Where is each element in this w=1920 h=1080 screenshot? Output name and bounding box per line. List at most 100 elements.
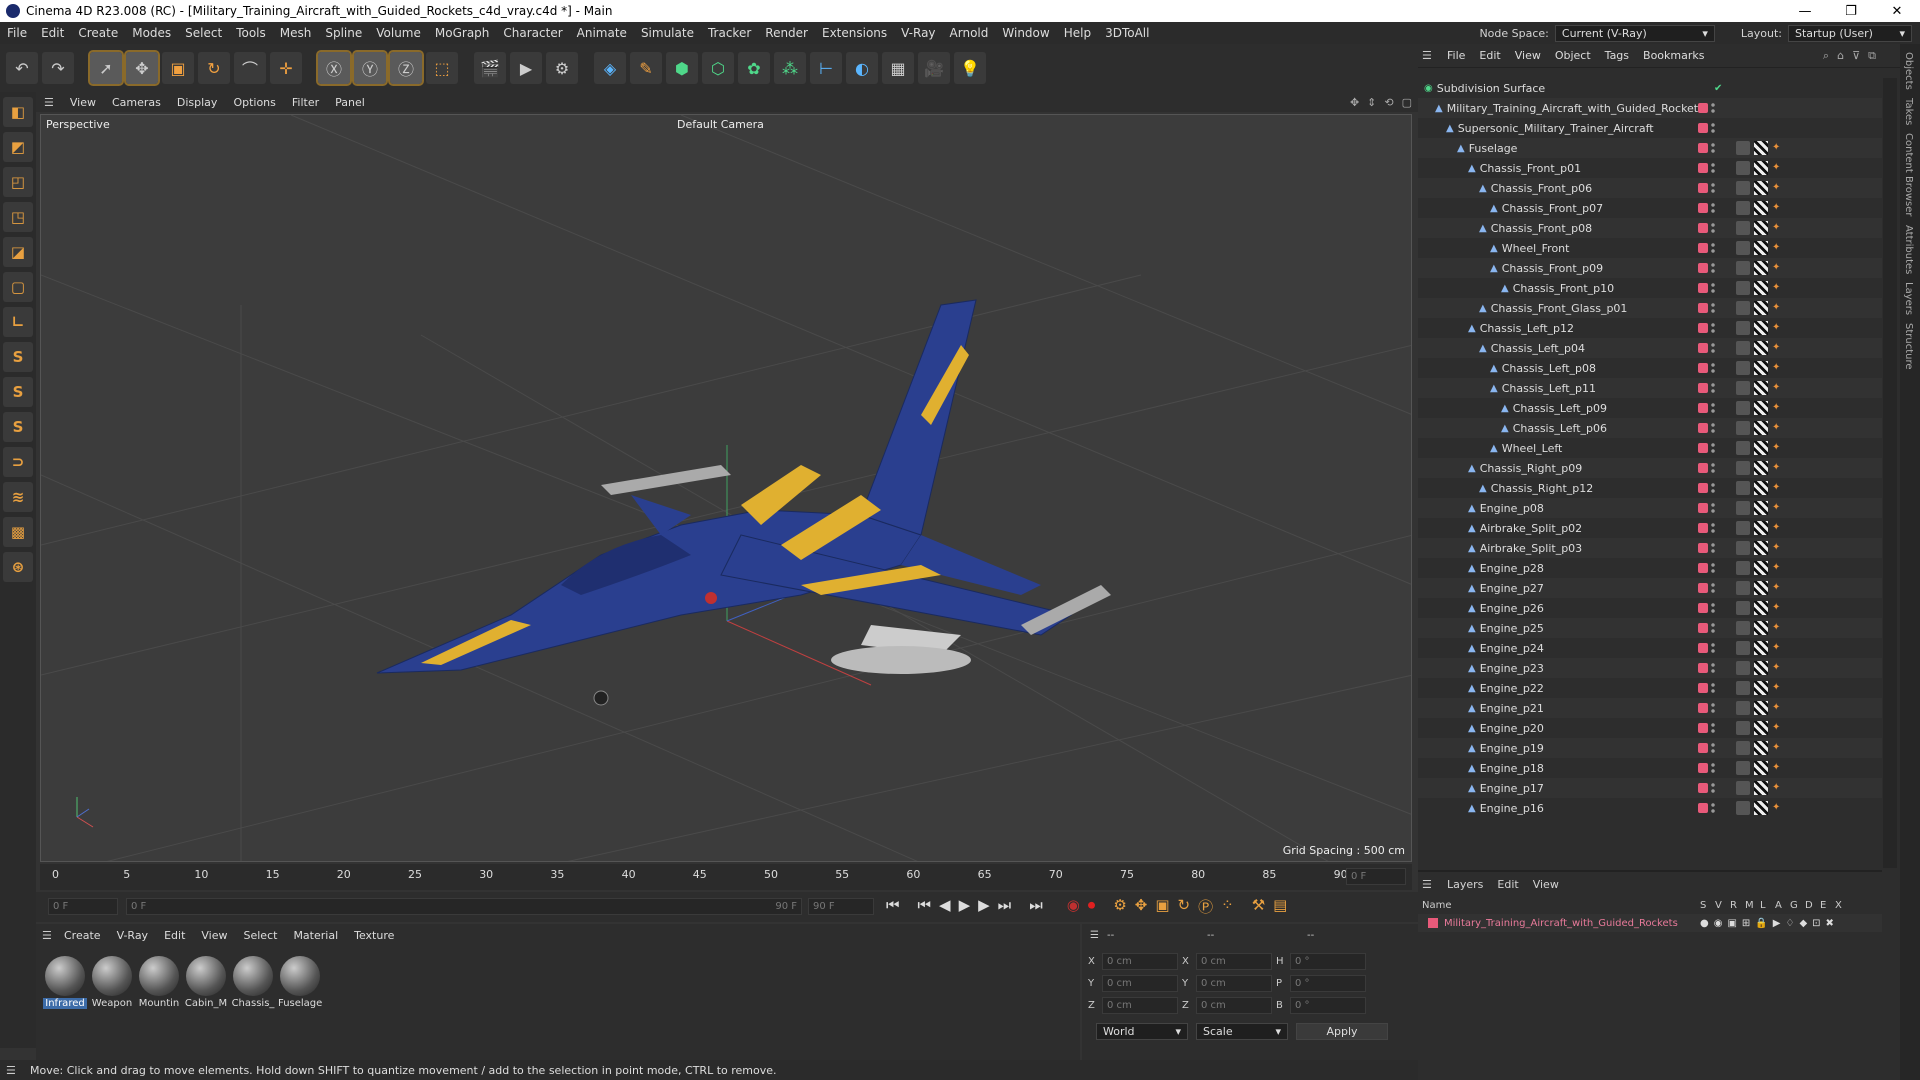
viewport-camera-label[interactable]: Default Camera xyxy=(677,118,764,131)
locked-workplane-icon[interactable]: ⊛ xyxy=(3,552,33,582)
layer-color-tag[interactable] xyxy=(1698,663,1708,673)
viewport-menu-display[interactable]: Display xyxy=(169,96,226,109)
autokey-icon[interactable]: ⏺ xyxy=(1088,896,1096,917)
visibility-dots-icon[interactable] xyxy=(1711,622,1715,634)
polygons-mode-icon[interactable]: ◪ xyxy=(3,237,33,267)
phong-tag-icon[interactable] xyxy=(1736,301,1750,315)
object-name[interactable]: Engine_p24 xyxy=(1480,642,1544,655)
object-row[interactable]: ▲ Chassis_Left_p08 ✦ xyxy=(1418,358,1882,378)
object-name[interactable]: Chassis_Left_p06 xyxy=(1513,422,1607,435)
key-rotation-icon[interactable]: ↻ xyxy=(1178,896,1191,917)
visibility-dots-icon[interactable] xyxy=(1711,602,1715,614)
object-row[interactable]: ▲ Supersonic_Military_Trainer_Aircraft xyxy=(1418,118,1882,138)
visibility-dots-icon[interactable] xyxy=(1711,342,1715,354)
object-row[interactable]: ◉ Subdivision Surface ✔ xyxy=(1418,78,1882,98)
z-axis-icon[interactable]: Ⓩ xyxy=(388,50,424,86)
object-name[interactable]: Chassis_Front_p07 xyxy=(1502,202,1603,215)
layer-color-tag[interactable] xyxy=(1698,723,1708,733)
material-tag-icon[interactable] xyxy=(1754,161,1768,175)
snap-icon[interactable]: S xyxy=(3,342,33,372)
brush-icon[interactable]: ⌒ xyxy=(234,52,266,84)
menu-item-mograph[interactable]: MoGraph xyxy=(428,26,497,40)
phong-tag-icon[interactable] xyxy=(1736,181,1750,195)
phong-tag-icon[interactable] xyxy=(1736,581,1750,595)
visibility-dots-icon[interactable] xyxy=(1711,162,1715,174)
material-menu-v-ray[interactable]: V-Ray xyxy=(109,929,157,942)
material-tag-icon[interactable] xyxy=(1754,761,1768,775)
uvw-tag-icon[interactable]: ✦ xyxy=(1772,743,1782,753)
workplane-snap-icon[interactable]: S xyxy=(3,412,33,442)
close-button[interactable]: ✕ xyxy=(1874,4,1920,19)
layer-color-tag[interactable] xyxy=(1698,343,1708,353)
new-window-icon[interactable]: ⧉ xyxy=(1868,49,1876,63)
coord-rotation-field[interactable]: 0 ° xyxy=(1290,974,1366,992)
pan-icon[interactable]: ✥ xyxy=(1350,96,1359,109)
material-tag-icon[interactable] xyxy=(1754,601,1768,615)
menu-item-v-ray[interactable]: V-Ray xyxy=(894,26,942,40)
check-icon[interactable]: ✔ xyxy=(1714,83,1722,94)
object-name[interactable]: Engine_p17 xyxy=(1480,782,1544,795)
layer-color-tag[interactable] xyxy=(1698,563,1708,573)
uvw-tag-icon[interactable]: ✦ xyxy=(1772,203,1782,213)
material-tag-icon[interactable] xyxy=(1754,261,1768,275)
start-frame-field[interactable]: 0 F xyxy=(48,898,118,915)
phong-tag-icon[interactable] xyxy=(1736,161,1750,175)
material-tag-icon[interactable] xyxy=(1754,221,1768,235)
uvw-tag-icon[interactable]: ✦ xyxy=(1772,723,1782,733)
visibility-dots-icon[interactable] xyxy=(1711,662,1715,674)
object-menu-view[interactable]: View xyxy=(1508,49,1548,62)
object-row[interactable]: ▲ Engine_p28 ✦ xyxy=(1418,558,1882,578)
visibility-dots-icon[interactable] xyxy=(1711,642,1715,654)
cloner-icon[interactable]: ✿ xyxy=(738,52,770,84)
material-tag-icon[interactable] xyxy=(1754,641,1768,655)
menu-item-tracker[interactable]: Tracker xyxy=(701,26,758,40)
side-tab-layers[interactable]: Layers xyxy=(1903,282,1914,315)
material-swatch[interactable]: Chassis_ xyxy=(231,952,275,1009)
phong-tag-icon[interactable] xyxy=(1736,801,1750,815)
uvw-tag-icon[interactable]: ✦ xyxy=(1772,143,1782,153)
texture-mode-icon[interactable]: ◩ xyxy=(3,132,33,162)
rotate-tool-icon[interactable]: ↻ xyxy=(198,52,230,84)
phong-tag-icon[interactable] xyxy=(1736,781,1750,795)
light-icon[interactable]: 💡 xyxy=(954,52,986,84)
layer-color-tag[interactable] xyxy=(1698,703,1708,713)
object-name[interactable]: Engine_p27 xyxy=(1480,582,1544,595)
object-name[interactable]: Chassis_Front_Glass_p01 xyxy=(1491,302,1628,315)
apply-button[interactable]: Apply xyxy=(1296,1022,1388,1040)
viewport-menu-view[interactable]: View xyxy=(62,96,104,109)
object-row[interactable]: ▲ Chassis_Front_p07 ✦ xyxy=(1418,198,1882,218)
key-param-icon[interactable]: Ⓟ xyxy=(1198,896,1213,917)
material-menu-select[interactable]: Select xyxy=(236,929,286,942)
x-axis-icon[interactable]: Ⓧ xyxy=(316,50,352,86)
edges-mode-icon[interactable]: ◳ xyxy=(3,202,33,232)
key-pla-icon[interactable]: ⁘ xyxy=(1221,896,1234,917)
menu-item-volume[interactable]: Volume xyxy=(369,26,428,40)
object-row[interactable]: ▲ Engine_p18 ✦ xyxy=(1418,758,1882,778)
layer-menu-layers[interactable]: Layers xyxy=(1440,878,1490,891)
xref-icon[interactable]: ✖ xyxy=(1826,918,1834,929)
coord-size-field[interactable]: 0 cm xyxy=(1196,974,1272,992)
object-name[interactable]: Chassis_Left_p11 xyxy=(1502,382,1596,395)
timeline-ruler[interactable]: 0 5 10 15 20 25 30 35 40 45 50 55 60 65 70 75 80 85 90 0 F xyxy=(40,864,1412,890)
snap-settings-icon[interactable]: S xyxy=(3,377,33,407)
coord-position-field[interactable]: 0 cm xyxy=(1102,952,1178,970)
object-row[interactable]: ▲ Wheel_Front ✦ xyxy=(1418,238,1882,258)
points-mode-icon[interactable]: ◰ xyxy=(3,167,33,197)
object-row[interactable]: ▲ Chassis_Left_p04 ✦ xyxy=(1418,338,1882,358)
uvw-tag-icon[interactable]: ✦ xyxy=(1772,683,1782,693)
layer-color-tag[interactable] xyxy=(1698,303,1708,313)
uvw-tag-icon[interactable]: ✦ xyxy=(1772,183,1782,193)
layer-color-tag[interactable] xyxy=(1698,143,1708,153)
menu-item-3dtoall[interactable]: 3DToAll xyxy=(1098,26,1156,40)
phong-tag-icon[interactable] xyxy=(1736,241,1750,255)
object-name[interactable]: Chassis_Left_p08 xyxy=(1502,362,1596,375)
uvw-tag-icon[interactable]: ✦ xyxy=(1772,283,1782,293)
move-tool-icon[interactable]: ✥ xyxy=(124,50,160,86)
material-tag-icon[interactable] xyxy=(1754,401,1768,415)
phong-tag-icon[interactable] xyxy=(1736,681,1750,695)
uvw-tag-icon[interactable]: ✦ xyxy=(1772,763,1782,773)
uvw-tag-icon[interactable]: ✦ xyxy=(1772,223,1782,233)
side-tab-takes[interactable]: Takes xyxy=(1903,98,1914,125)
visibility-dots-icon[interactable] xyxy=(1711,282,1715,294)
viewport-perspective[interactable]: Perspective Default Camera Grid Spacing … xyxy=(40,114,1412,862)
